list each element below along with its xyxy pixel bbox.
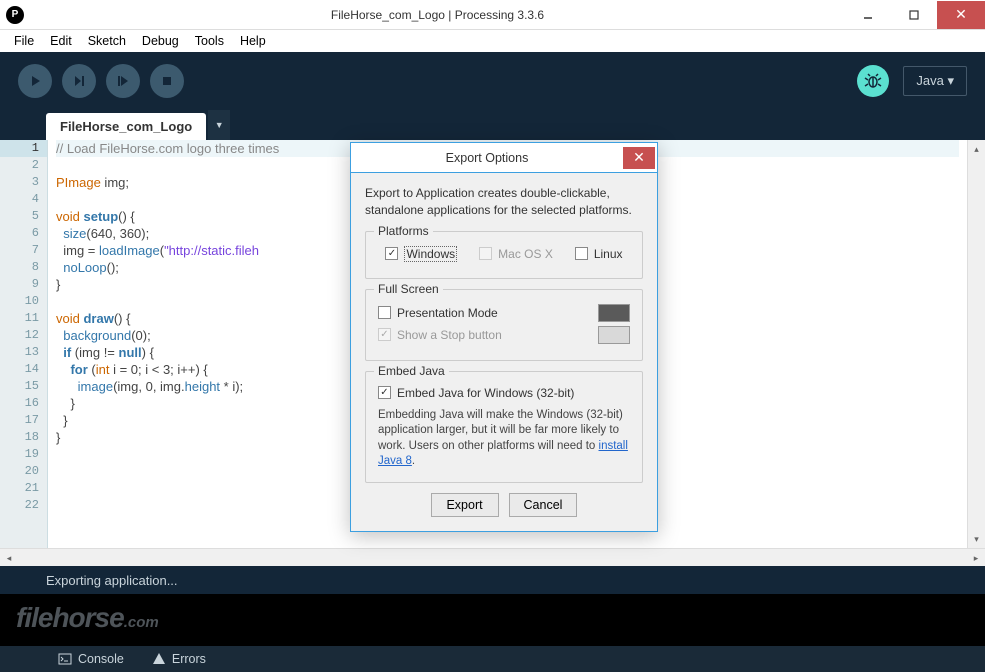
cancel-button[interactable]: Cancel xyxy=(509,493,578,517)
vertical-scrollbar[interactable]: ▴ ▾ xyxy=(967,140,985,548)
menu-debug[interactable]: Debug xyxy=(134,32,187,50)
menubar: File Edit Sketch Debug Tools Help xyxy=(0,30,985,52)
menu-tools[interactable]: Tools xyxy=(187,32,232,50)
dialog-title-text: Export Options xyxy=(351,151,623,165)
debug-icon[interactable] xyxy=(857,65,889,97)
step-button[interactable] xyxy=(62,64,96,98)
app-icon: P xyxy=(6,6,24,24)
fullscreen-group: Full Screen Presentation Mode ✓Show a St… xyxy=(365,289,643,361)
export-button[interactable]: Export xyxy=(431,493,499,517)
step-into-button[interactable] xyxy=(106,64,140,98)
sketch-tabs: FileHorse_com_Logo ▼ xyxy=(0,110,985,140)
run-button[interactable] xyxy=(18,64,52,98)
menu-help[interactable]: Help xyxy=(232,32,274,50)
presentation-color-chip[interactable] xyxy=(598,304,630,322)
toolbar: Java ▾ xyxy=(0,52,985,110)
dialog-titlebar[interactable]: Export Options ✕ xyxy=(351,143,657,173)
dialog-description: Export to Application creates double-cli… xyxy=(365,185,643,219)
platforms-group: Platforms ✓Windows Mac OS X Linux xyxy=(365,231,643,279)
checkbox-embed-java[interactable]: ✓Embed Java for Windows (32-bit) xyxy=(378,386,630,400)
scroll-right-icon[interactable]: ▸ xyxy=(967,549,985,566)
tab-filehorse-logo[interactable]: FileHorse_com_Logo xyxy=(46,113,206,140)
menu-edit[interactable]: Edit xyxy=(42,32,80,50)
tab-dropdown[interactable]: ▼ xyxy=(208,110,230,140)
embed-legend: Embed Java xyxy=(374,364,449,378)
menu-file[interactable]: File xyxy=(6,32,42,50)
checkbox-windows[interactable]: ✓Windows xyxy=(385,246,457,262)
embed-java-group: Embed Java ✓Embed Java for Windows (32-b… xyxy=(365,371,643,483)
scroll-left-icon[interactable]: ◂ xyxy=(0,549,18,566)
window-title: FileHorse_com_Logo | Processing 3.3.6 xyxy=(30,8,845,22)
status-bar: Exporting application... xyxy=(0,566,985,594)
checkbox-macosx: Mac OS X xyxy=(479,246,553,262)
platforms-legend: Platforms xyxy=(374,224,433,238)
dialog-close-button[interactable]: ✕ xyxy=(623,147,655,169)
checkbox-presentation-mode[interactable]: Presentation Mode xyxy=(378,304,630,322)
embed-note: Embedding Java will make the Windows (32… xyxy=(378,408,630,470)
menu-sketch[interactable]: Sketch xyxy=(80,32,134,50)
fullscreen-legend: Full Screen xyxy=(374,282,443,296)
bottom-tabs: Console Errors xyxy=(0,646,985,672)
mode-selector[interactable]: Java ▾ xyxy=(903,66,967,96)
export-options-dialog: Export Options ✕ Export to Application c… xyxy=(350,142,658,532)
stop-button[interactable] xyxy=(150,64,184,98)
scroll-down-icon[interactable]: ▾ xyxy=(968,530,985,548)
close-button[interactable]: ✕ xyxy=(937,1,985,29)
horizontal-scrollbar[interactable]: ◂ ▸ xyxy=(0,548,985,566)
minimize-button[interactable] xyxy=(845,1,891,29)
window-titlebar: P FileHorse_com_Logo | Processing 3.3.6 … xyxy=(0,0,985,30)
maximize-button[interactable] xyxy=(891,1,937,29)
stop-color-chip xyxy=(598,326,630,344)
checkbox-show-stop-button: ✓Show a Stop button xyxy=(378,326,630,344)
line-gutter: 12345678910111213141516171819202122 xyxy=(0,140,48,548)
scroll-up-icon[interactable]: ▴ xyxy=(968,140,985,158)
checkbox-linux[interactable]: Linux xyxy=(575,246,623,262)
status-text: Exporting application... xyxy=(46,573,178,588)
console-panel xyxy=(0,594,985,646)
